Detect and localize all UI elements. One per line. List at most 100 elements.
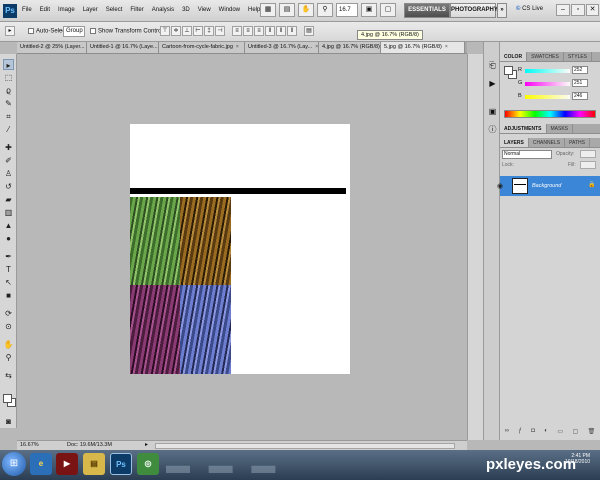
document-canvas[interactable] [130, 124, 350, 374]
bridge-icon[interactable]: ▦ [260, 3, 276, 17]
menu-help[interactable]: Help [248, 7, 260, 13]
new-group-icon[interactable]: ▭ [557, 428, 563, 438]
move-tool-icon[interactable]: ▸ [3, 59, 14, 70]
align-vcenter-icon[interactable]: ≑ [171, 26, 181, 36]
path-selection-tool-icon[interactable]: ↖ [3, 277, 14, 288]
quick-selection-tool-icon[interactable]: ✎ [3, 98, 14, 109]
tab-layers[interactable]: LAYERS [500, 138, 529, 147]
red-slider[interactable] [525, 69, 570, 73]
media-player-icon[interactable]: ▶ [56, 453, 78, 475]
tab-untitled-1[interactable]: Untitled-1 @ 16.7% (Laye...× [87, 42, 159, 53]
clone-stamp-tool-icon[interactable]: ♙ [3, 168, 14, 179]
navigator-panel-icon[interactable]: ▣ [487, 106, 498, 117]
link-layers-icon[interactable]: ∞ [505, 428, 509, 438]
3d-orbit-tool-icon[interactable]: ⊙ [3, 321, 14, 332]
hand-tool-icon[interactable]: ✋ [3, 339, 14, 350]
hand-icon[interactable]: ✋ [298, 3, 314, 17]
align-left-icon[interactable]: ⊢ [193, 26, 203, 36]
system-clock[interactable]: 2:41 PM 10/18/2010 [565, 453, 590, 465]
zoom-tool-icon[interactable]: ⚲ [3, 352, 14, 363]
status-zoom[interactable]: 16.67% [20, 442, 39, 448]
status-menu-arrow-icon[interactable]: ▸ [145, 441, 148, 448]
trash-icon[interactable]: 🗑 [588, 428, 596, 438]
auto-select-checkbox[interactable] [28, 28, 34, 34]
distribute-left-icon[interactable]: ‖ [265, 26, 275, 36]
distribute-bottom-icon[interactable]: ≡ [254, 26, 264, 36]
color-spectrum-ramp[interactable] [504, 110, 596, 118]
eye-icon[interactable]: ◉ [497, 182, 503, 190]
vertical-scrollbar[interactable] [467, 54, 483, 440]
tab-channels[interactable]: CHANNELS [529, 138, 566, 147]
info-panel-icon[interactable]: ⓘ [487, 124, 498, 135]
history-panel-icon[interactable]: ⎗ [487, 60, 498, 71]
menu-file[interactable]: File [22, 7, 32, 13]
blue-slider[interactable] [525, 95, 570, 99]
type-tool-icon[interactable]: T [3, 264, 14, 275]
minimize-button[interactable]: – [556, 4, 570, 16]
tab-5-jpg[interactable]: 5.jpg @ 16.7% (RGB/8) × [381, 42, 465, 53]
tab-adjustments[interactable]: ADJUSTMENTS [500, 124, 547, 133]
new-layer-icon[interactable]: ▢ [572, 428, 578, 438]
foreground-color-swatch[interactable] [3, 394, 12, 403]
3d-rotate-tool-icon[interactable]: ⟳ [3, 308, 14, 319]
show-transform-checkbox[interactable] [90, 28, 96, 34]
blur-tool-icon[interactable]: ▲ [3, 220, 14, 231]
marquee-tool-icon[interactable]: ⬚ [3, 72, 14, 83]
dodge-tool-icon[interactable]: ● [3, 233, 14, 244]
opacity-field[interactable] [580, 150, 596, 158]
screen-mode-icon[interactable]: ▢ [380, 3, 396, 17]
shape-tool-icon[interactable]: ■ [3, 290, 14, 301]
align-right-icon[interactable]: ⊣ [215, 26, 225, 36]
auto-align-icon[interactable]: ▤ [304, 26, 314, 36]
gradient-tool-icon[interactable]: ▥ [3, 207, 14, 218]
green-value-field[interactable]: 251 [572, 79, 588, 87]
workspace-essentials-button[interactable]: ESSENTIALS [404, 3, 450, 18]
tab-cartoon-fabric[interactable]: Cartoon-from-cycle-fabric.jpg × [159, 42, 245, 53]
brush-tool-icon[interactable]: ✐ [3, 155, 14, 166]
tab-untitled-3[interactable]: Untitled-3 @ 16.7% (Lay... × [245, 42, 319, 53]
blue-value-field[interactable]: 246 [572, 92, 588, 100]
zoom-icon[interactable]: ⚲ [317, 3, 333, 17]
distribute-right-icon[interactable]: ‖ [287, 26, 297, 36]
distribute-top-icon[interactable]: ≡ [232, 26, 242, 36]
mini-bridge-icon[interactable]: ▤ [279, 3, 295, 17]
menu-3d[interactable]: 3D [182, 7, 190, 13]
photoshop-taskbar-icon[interactable]: Ps [110, 453, 132, 475]
browser-icon[interactable]: ◎ [137, 453, 159, 475]
menu-window[interactable]: Window [219, 7, 240, 13]
horizontal-scrollbar[interactable] [155, 443, 455, 449]
canvas-area[interactable] [17, 54, 467, 428]
red-value-field[interactable]: 252 [572, 66, 588, 74]
workspace-more-button[interactable]: » [497, 3, 507, 18]
tab-untitled-2[interactable]: Untitled-2 @ 25% (Layer...× [17, 42, 87, 53]
pen-tool-icon[interactable]: ✒ [3, 251, 14, 262]
layer-row-background[interactable]: ◉ Background 🔒 [497, 176, 600, 196]
align-hcenter-icon[interactable]: ‡ [204, 26, 214, 36]
tab-4-jpg[interactable]: 4.jpg @ 16.7% (RGB/8)× [319, 42, 381, 53]
workspace-photography-button[interactable]: PHOTOGRAPHY [450, 3, 498, 18]
menu-layer[interactable]: Layer [83, 7, 98, 13]
layer-name[interactable]: Background [532, 183, 561, 189]
eyedropper-tool-icon[interactable]: ⁄ [3, 124, 14, 135]
auto-select-dropdown[interactable]: Group [63, 26, 85, 37]
close-icon[interactable]: × [236, 42, 239, 53]
distribute-vcenter-icon[interactable]: ≡ [243, 26, 253, 36]
green-slider[interactable] [525, 82, 570, 86]
distribute-hcenter-icon[interactable]: ‖ [276, 26, 286, 36]
add-mask-icon[interactable]: ◘ [531, 428, 535, 438]
menu-analysis[interactable]: Analysis [152, 7, 174, 13]
tab-masks[interactable]: MASKS [547, 124, 574, 133]
swap-colors-icon[interactable]: ⇆ [3, 370, 14, 381]
menu-select[interactable]: Select [106, 7, 123, 13]
start-button-icon[interactable]: ⊞ [2, 452, 26, 476]
spot-healing-tool-icon[interactable]: ✚ [3, 142, 14, 153]
color-panel-fg-swatch[interactable] [504, 66, 513, 75]
menu-filter[interactable]: Filter [130, 7, 143, 13]
lasso-tool-icon[interactable]: ϱ [3, 85, 14, 96]
close-icon[interactable]: × [445, 42, 448, 53]
fill-field[interactable] [580, 161, 596, 169]
align-top-icon[interactable]: ⊤ [160, 26, 170, 36]
zoom-level-select[interactable]: 16.7 [336, 3, 358, 17]
arrange-documents-icon[interactable]: ▣ [361, 3, 377, 17]
cs-live-button[interactable]: © CS Live [516, 6, 543, 12]
